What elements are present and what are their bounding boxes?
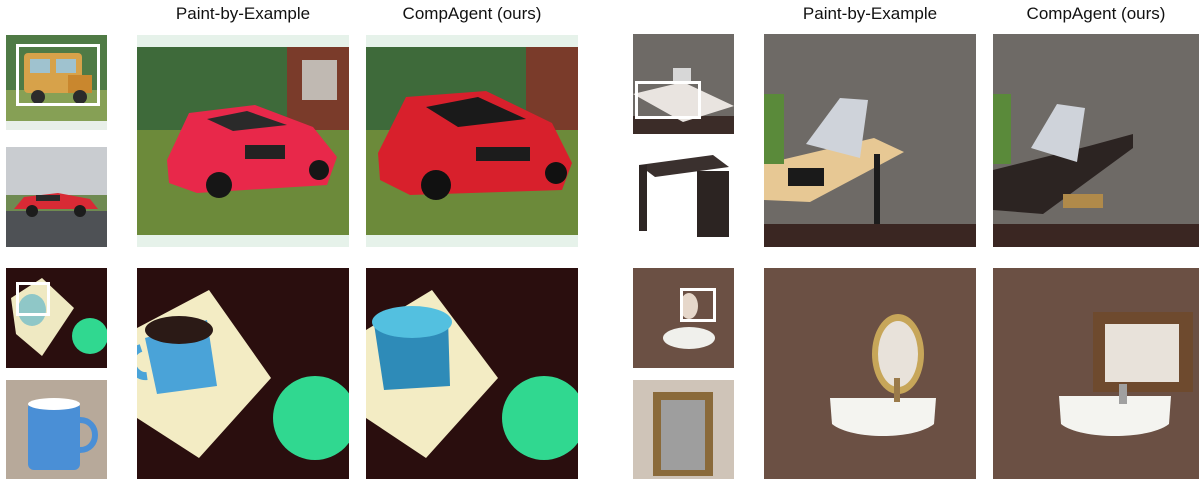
input-object-red-car [6, 147, 107, 247]
header-compagent-left: CompAgent (ours) [402, 4, 542, 23]
input-background-tray [6, 268, 107, 368]
paint-by-example-result-mug [137, 268, 349, 479]
paint-by-example-result-desk [764, 34, 976, 247]
paint-by-example-result-mirror [764, 268, 976, 479]
input-object-framed-mirror [633, 380, 734, 479]
target-region-box [635, 81, 701, 119]
compagent-result-desk [993, 34, 1199, 247]
compagent-result-mug [366, 268, 578, 479]
input-object-dark-desk [633, 147, 734, 247]
target-region-box [16, 44, 100, 106]
target-region-box [16, 282, 50, 316]
target-region-box [680, 288, 716, 322]
compagent-result-mirror [993, 268, 1199, 479]
compagent-result-car [366, 35, 578, 247]
input-background-sink-room [633, 268, 734, 368]
header-compagent-right: CompAgent (ours) [1026, 4, 1166, 23]
input-background-room-laptop [633, 34, 734, 134]
input-background-truck [6, 35, 107, 130]
header-paint-by-example-left: Paint-by-Example [175, 4, 311, 23]
header-paint-by-example-right: Paint-by-Example [802, 4, 938, 23]
input-object-blue-mug [6, 380, 107, 479]
paint-by-example-result-car [137, 35, 349, 247]
